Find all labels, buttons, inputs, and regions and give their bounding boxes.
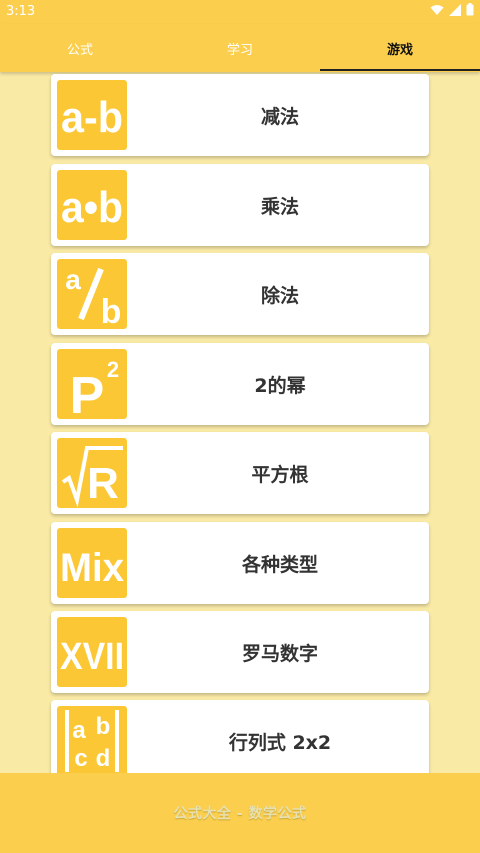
game-card-determinant[interactable]: a b c d 行列式 2x2 xyxy=(51,700,429,773)
wifi-icon xyxy=(430,4,444,16)
game-label: 减法 xyxy=(260,105,299,128)
svg-text:R: R xyxy=(87,459,119,508)
game-label: 2的幂 xyxy=(254,374,306,397)
power-of-two-icon: P 2 xyxy=(57,349,127,419)
svg-text:b: b xyxy=(96,713,111,740)
svg-text:a-b: a-b xyxy=(61,93,123,142)
svg-text:a: a xyxy=(72,717,86,744)
status-time: 3:13 xyxy=(6,4,36,19)
svg-text:a: a xyxy=(65,264,81,295)
svg-text:2: 2 xyxy=(107,357,119,382)
game-card-square-root[interactable]: R 平方根 xyxy=(51,432,429,514)
status-bar: 3:13 xyxy=(0,0,480,24)
division-icon: a b xyxy=(57,259,127,329)
svg-text:d: d xyxy=(96,745,111,772)
svg-text:P: P xyxy=(70,367,105,419)
tab-bar: 公式 学习 游戏 xyxy=(0,24,480,72)
game-card-power-of-two[interactable]: P 2 2的幂 xyxy=(51,343,429,425)
status-icons xyxy=(430,3,474,16)
multiplication-icon: a•b xyxy=(57,170,127,240)
game-label: 各种类型 xyxy=(241,553,318,576)
determinant-icon: a b c d xyxy=(57,706,127,773)
svg-text:c: c xyxy=(74,745,87,772)
games-list[interactable]: a-b 减法 a•b 乘法 a b 除法 P 2 2的幂 R 平方根 Mix 各… xyxy=(0,72,480,773)
tab-games[interactable]: 游戏 xyxy=(320,24,480,72)
game-label: 行列式 2x2 xyxy=(228,731,332,754)
tab-learning[interactable]: 学习 xyxy=(160,24,320,72)
svg-text:XVII: XVII xyxy=(60,636,124,678)
game-card-division[interactable]: a b 除法 xyxy=(51,253,429,335)
subtraction-icon: a-b xyxy=(57,80,127,150)
svg-text:a•b: a•b xyxy=(61,183,123,232)
footer-banner: 公式大全 - 数学公式 xyxy=(0,773,480,853)
square-root-icon: R xyxy=(57,438,127,508)
battery-icon xyxy=(466,3,474,16)
mix-icon: Mix xyxy=(57,528,127,598)
game-card-mix[interactable]: Mix 各种类型 xyxy=(51,522,429,604)
game-label: 平方根 xyxy=(251,463,309,486)
svg-text:Mix: Mix xyxy=(60,546,124,590)
game-label: 乘法 xyxy=(260,195,299,218)
footer-text: 公式大全 - 数学公式 xyxy=(173,806,307,822)
tab-indicator xyxy=(320,69,480,71)
tab-formulas[interactable]: 公式 xyxy=(0,24,160,72)
roman-numerals-icon: XVII xyxy=(57,617,127,687)
game-card-subtraction[interactable]: a-b 减法 xyxy=(51,74,429,156)
game-label: 罗马数字 xyxy=(241,642,318,665)
game-label: 除法 xyxy=(260,284,299,307)
svg-text:b: b xyxy=(101,293,122,329)
game-card-multiplication[interactable]: a•b 乘法 xyxy=(51,164,429,246)
game-card-roman-numerals[interactable]: XVII 罗马数字 xyxy=(51,611,429,693)
signal-icon xyxy=(449,3,461,16)
